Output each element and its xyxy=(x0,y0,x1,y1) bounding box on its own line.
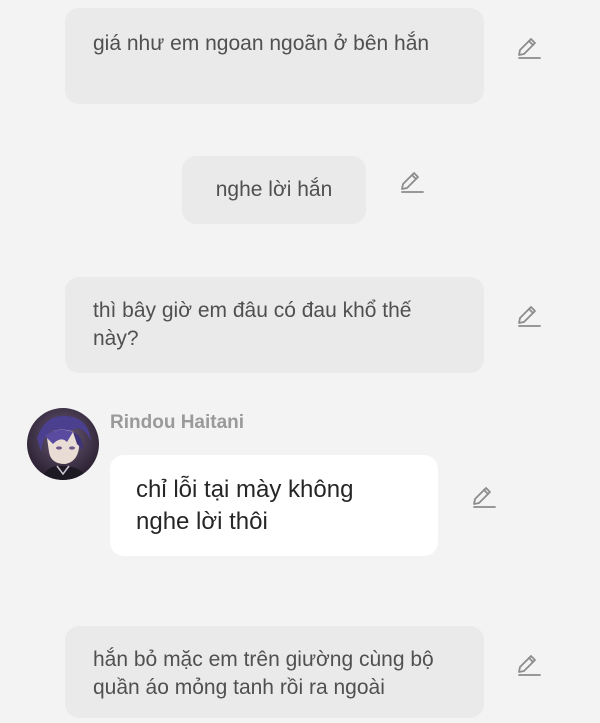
message-text: thì bây giờ em đâu có đau khổ thế này? xyxy=(93,299,412,350)
message-text: hắn bỏ mặc em trên giường cùng bộ quần á… xyxy=(93,648,434,699)
edit-icon[interactable] xyxy=(471,484,497,510)
edit-icon[interactable] xyxy=(516,652,542,678)
character-message-bubble: chỉ lỗi tại mày không nghe lời thôi xyxy=(110,455,438,556)
narration-bubble: thì bây giờ em đâu có đau khổ thế này? xyxy=(65,277,484,373)
narration-bubble: giá như em ngoan ngoãn ở bên hắn xyxy=(65,8,484,104)
sender-name: Rindou Haitani xyxy=(110,412,245,433)
message-text: giá như em ngoan ngoãn ở bên hắn xyxy=(93,32,430,55)
edit-icon[interactable] xyxy=(516,303,542,329)
message-text: nghe lời hắn xyxy=(215,178,333,201)
narration-bubble: nghe lời hắn xyxy=(182,156,366,224)
edit-icon[interactable] xyxy=(516,35,542,61)
edit-icon[interactable] xyxy=(399,169,425,195)
character-avatar[interactable] xyxy=(27,408,99,480)
message-text: chỉ lỗi tại mày không nghe lời thôi xyxy=(136,476,354,535)
narration-bubble: hắn bỏ mặc em trên giường cùng bộ quần á… xyxy=(65,626,484,718)
